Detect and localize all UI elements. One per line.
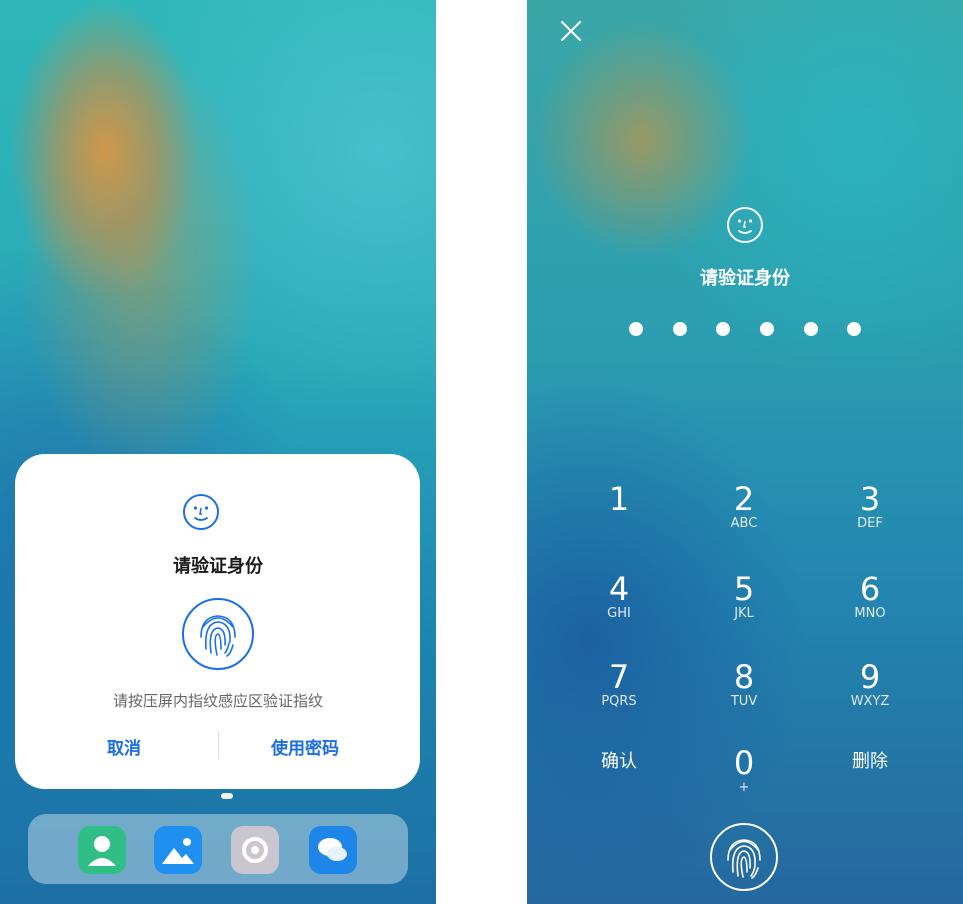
key-letters: PQRS	[601, 694, 637, 709]
confirm-label: 确认	[601, 751, 637, 772]
confirm-key[interactable]: 确认	[579, 751, 659, 773]
fingerprint-icon[interactable]	[709, 822, 779, 892]
key-letters: MNO	[854, 606, 886, 621]
key-1[interactable]: 1	[579, 482, 659, 516]
key-digit: 8	[733, 658, 755, 696]
verify-title: 请验证身份	[700, 268, 790, 289]
button-divider	[218, 731, 219, 759]
dialog-title: 请验证身份	[173, 556, 263, 577]
gallery-app-icon[interactable]	[154, 826, 202, 874]
pin-dot	[760, 322, 774, 336]
fingerprint-icon[interactable]	[181, 597, 255, 671]
use-password-button[interactable]: 使用密码	[271, 734, 339, 759]
key-letters: JKL	[734, 606, 754, 621]
camera-app-icon[interactable]	[231, 826, 279, 874]
key-digit: 5	[733, 570, 755, 608]
key-letters: WXYZ	[850, 694, 890, 709]
key-letters: TUV	[730, 694, 758, 709]
pin-dot	[673, 322, 687, 336]
key-5[interactable]: 5 JKL	[704, 572, 784, 622]
fingerprint-hint-text: 请按压屏内指纹感应区验证指纹	[112, 692, 323, 710]
pin-dot	[716, 322, 730, 336]
key-4[interactable]: 4 GHI	[579, 572, 659, 622]
pin-dot	[804, 322, 818, 336]
face-recognition-icon	[183, 494, 219, 530]
key-digit: 3	[859, 480, 881, 518]
key-6[interactable]: 6 MNO	[830, 572, 910, 622]
key-3[interactable]: 3 DEF	[830, 482, 910, 532]
delete-key[interactable]: 删除	[830, 751, 910, 773]
key-digit: 7	[608, 658, 630, 696]
key-digit: 1	[608, 480, 630, 518]
cancel-button[interactable]: 取消	[107, 734, 141, 759]
close-icon[interactable]	[559, 19, 583, 43]
face-recognition-icon	[727, 207, 763, 243]
key-letters: GHI	[607, 606, 631, 621]
key-digit: 0	[733, 744, 755, 782]
key-digit: 2	[733, 480, 755, 518]
key-letters: DEF	[857, 516, 883, 531]
key-0[interactable]: 0 +	[704, 746, 784, 796]
key-letters: ABC	[730, 516, 758, 531]
key-9[interactable]: 9 WXYZ	[830, 660, 910, 710]
key-digit: 9	[859, 658, 881, 696]
key-2[interactable]: 2 ABC	[704, 482, 784, 532]
delete-label: 删除	[852, 751, 888, 772]
pin-dot	[847, 322, 861, 336]
messages-app-icon[interactable]	[309, 826, 357, 874]
key-7[interactable]: 7 PQRS	[579, 660, 659, 710]
pin-dot	[629, 322, 643, 336]
key-letters: +	[738, 780, 750, 795]
key-digit: 4	[608, 570, 630, 608]
contacts-app-icon[interactable]	[78, 826, 126, 874]
key-digit: 6	[859, 570, 881, 608]
key-8[interactable]: 8 TUV	[704, 660, 784, 710]
drag-handle[interactable]	[221, 793, 233, 799]
